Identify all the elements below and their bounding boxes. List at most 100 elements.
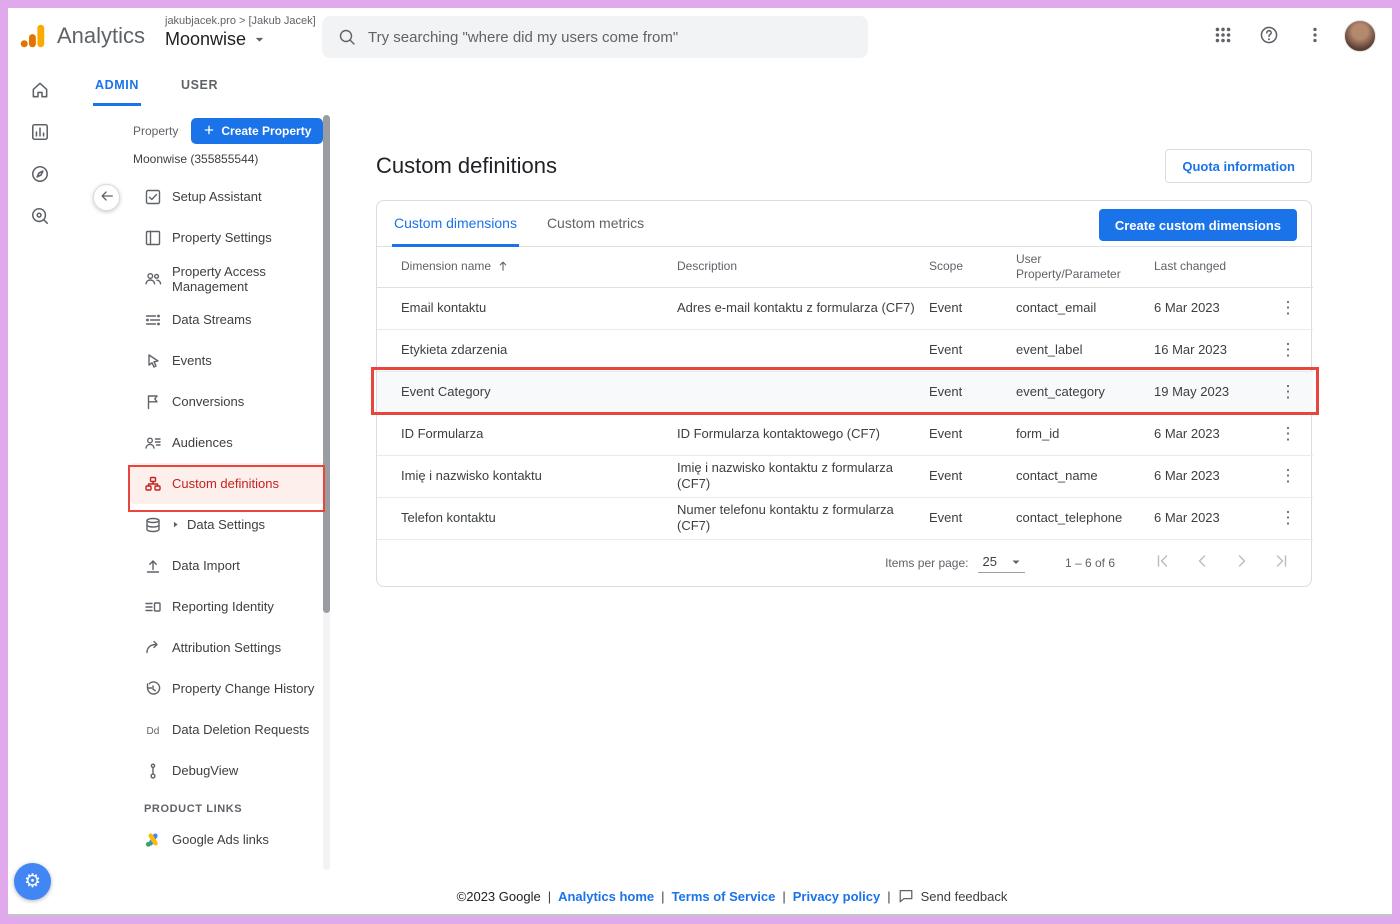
row-menu-button[interactable]: ⋮ [1271,299,1305,316]
sidebar-item-attribution-settings[interactable]: Attribution Settings [130,627,326,668]
last-page-button[interactable] [1269,550,1295,576]
sidebar-item-data-settings[interactable]: Data Settings [130,504,326,545]
setup-assistant-icon [144,188,162,206]
create-custom-dimensions-button[interactable]: Create custom dimensions [1099,209,1297,241]
cell-scope: Event [929,497,1016,539]
row-menu-button[interactable]: ⋮ [1271,425,1305,442]
collapse-sidebar-button[interactable] [93,184,120,211]
help-button[interactable] [1252,19,1286,53]
row-menu-button[interactable]: ⋮ [1271,467,1305,484]
sidebar-item-label: Property Access Management [172,264,320,294]
cell-last-changed: 6 Mar 2023 [1154,497,1271,539]
table-row-telefon-kontaktu: Telefon kontaktuNumer telefonu kontaktu … [377,497,1313,539]
cell-dimension-name: Email kontaktu [377,287,677,329]
quota-information-button[interactable]: Quota information [1165,149,1312,183]
sidebar-item-label: Data Deletion Requests [172,722,309,737]
rail-home-icon[interactable] [16,70,64,110]
sidebar-item-events[interactable]: Events [130,340,326,381]
items-per-page-value: 25 [982,554,996,569]
search-bar[interactable] [322,16,868,58]
next-page-button[interactable] [1229,550,1255,576]
row-menu-button[interactable]: ⋮ [1271,383,1305,400]
header-dimension-name[interactable]: Dimension name [377,247,677,287]
cell-dimension-name: Event Category [377,371,677,413]
sidebar-item-property-change-history[interactable]: Property Change History [130,668,326,709]
tab-custom-dimensions[interactable]: Custom dimensions [392,201,519,247]
cell-parameter: form_id [1016,413,1154,455]
plus-icon [203,124,215,139]
sidebar-item-audiences[interactable]: Audiences [130,422,326,463]
row-menu-button[interactable]: ⋮ [1271,509,1305,526]
sidebar-item-google-ads-links[interactable]: Google Ads links [130,819,326,860]
rail-explore-icon[interactable] [16,154,64,194]
sidebar-scrollbar-thumb[interactable] [323,115,330,613]
sidebar-item-data-streams[interactable]: Data Streams [130,299,326,340]
sidebar-item-label: Data Settings [187,517,265,532]
sidebar-item-setup-assistant[interactable]: Setup Assistant [130,176,326,217]
rail-advertising-icon[interactable] [16,196,64,236]
cell-scope: Event [929,287,1016,329]
cell-dimension-name: Telefon kontaktu [377,497,677,539]
table-header-row: Dimension name Description Scope User Pr… [377,247,1313,287]
table-row-etykieta-zdarzenia: Etykieta zdarzeniaEventevent_label16 Mar… [377,329,1313,371]
table-row-id-formularza: ID FormularzaID Formularza kontaktowego … [377,413,1313,455]
data-streams-icon [144,311,162,329]
row-menu-button[interactable]: ⋮ [1271,341,1305,358]
cell-parameter: contact_name [1016,455,1154,497]
last-page-icon [1273,552,1291,573]
bottom-edge-line [8,914,1392,916]
sidebar-menu: Setup AssistantProperty Settings Property… [130,176,326,791]
cell-last-changed: 6 Mar 2023 [1154,287,1271,329]
cell-scope: Event [929,413,1016,455]
sidebar-item-data-deletion-requests[interactable]: DdData Deletion Requests [130,709,326,750]
items-per-page-label: Items per page: [885,556,968,570]
first-page-button[interactable] [1149,550,1175,576]
help-icon [1259,25,1279,48]
more-options-button[interactable] [1298,19,1332,53]
avatar[interactable] [1344,20,1376,52]
send-feedback-link[interactable]: Send feedback [898,888,1008,904]
sidebar-item-data-import[interactable]: Data Import [130,545,326,586]
footer-separator: | [782,889,785,904]
sidebar-item-debugview[interactable]: DebugView [130,750,326,791]
send-feedback-label: Send feedback [921,889,1008,904]
cell-scope: Event [929,329,1016,371]
table-row-event-category: Event CategoryEventevent_category19 May … [377,371,1313,413]
sidebar-item-label: Data Streams [172,312,251,327]
create-property-button[interactable]: Create Property [191,118,323,144]
sidebar-item-reporting-identity[interactable]: Reporting Identity [130,586,326,627]
cell-dimension-name: ID Formularza [377,413,677,455]
tab-admin[interactable]: ADMIN [93,66,141,106]
apps-grid-button[interactable] [1206,19,1240,53]
admin-gear-button[interactable]: ⚙ [14,863,51,900]
sidebar-item-property-settings[interactable]: Property Settings [130,217,326,258]
property-selector[interactable]: Moonwise [165,29,316,50]
analytics-logo-block[interactable]: Analytics [18,21,145,51]
cell-last-changed: 6 Mar 2023 [1154,455,1271,497]
back-arrow-icon [99,188,115,207]
product-links-list: Google Ads links [130,819,326,860]
footer-link-terms-of-service[interactable]: Terms of Service [672,889,776,904]
items-per-page-select[interactable]: 25 [978,552,1024,573]
sidebar-item-label: Attribution Settings [172,640,281,655]
pagination-controls [1149,550,1295,576]
cell-description [677,371,929,413]
sidebar-item-custom-definitions[interactable]: Custom definitions [130,463,326,504]
property-selector-label: Moonwise [165,29,246,50]
sidebar-item-conversions[interactable]: Conversions [130,381,326,422]
rail-reports-icon[interactable] [16,112,64,152]
footer-link-analytics-home[interactable]: Analytics home [558,889,654,904]
property-name: Moonwise (355855544) [133,152,326,166]
sidebar-item-property-access-management[interactable]: Property Access Management [130,258,326,299]
header-user-property: User Property/Parameter [1016,247,1154,287]
tab-user[interactable]: USER [179,66,220,106]
header-actions [1271,247,1313,287]
footer-link-privacy-policy[interactable]: Privacy policy [793,889,880,904]
custom-definitions-icon [144,475,162,493]
search-icon [338,28,356,46]
next-page-icon [1233,552,1251,573]
tab-custom-metrics[interactable]: Custom metrics [545,201,646,247]
previous-page-button[interactable] [1189,550,1215,576]
search-input[interactable] [368,29,852,46]
more-vert-icon [1305,25,1325,48]
